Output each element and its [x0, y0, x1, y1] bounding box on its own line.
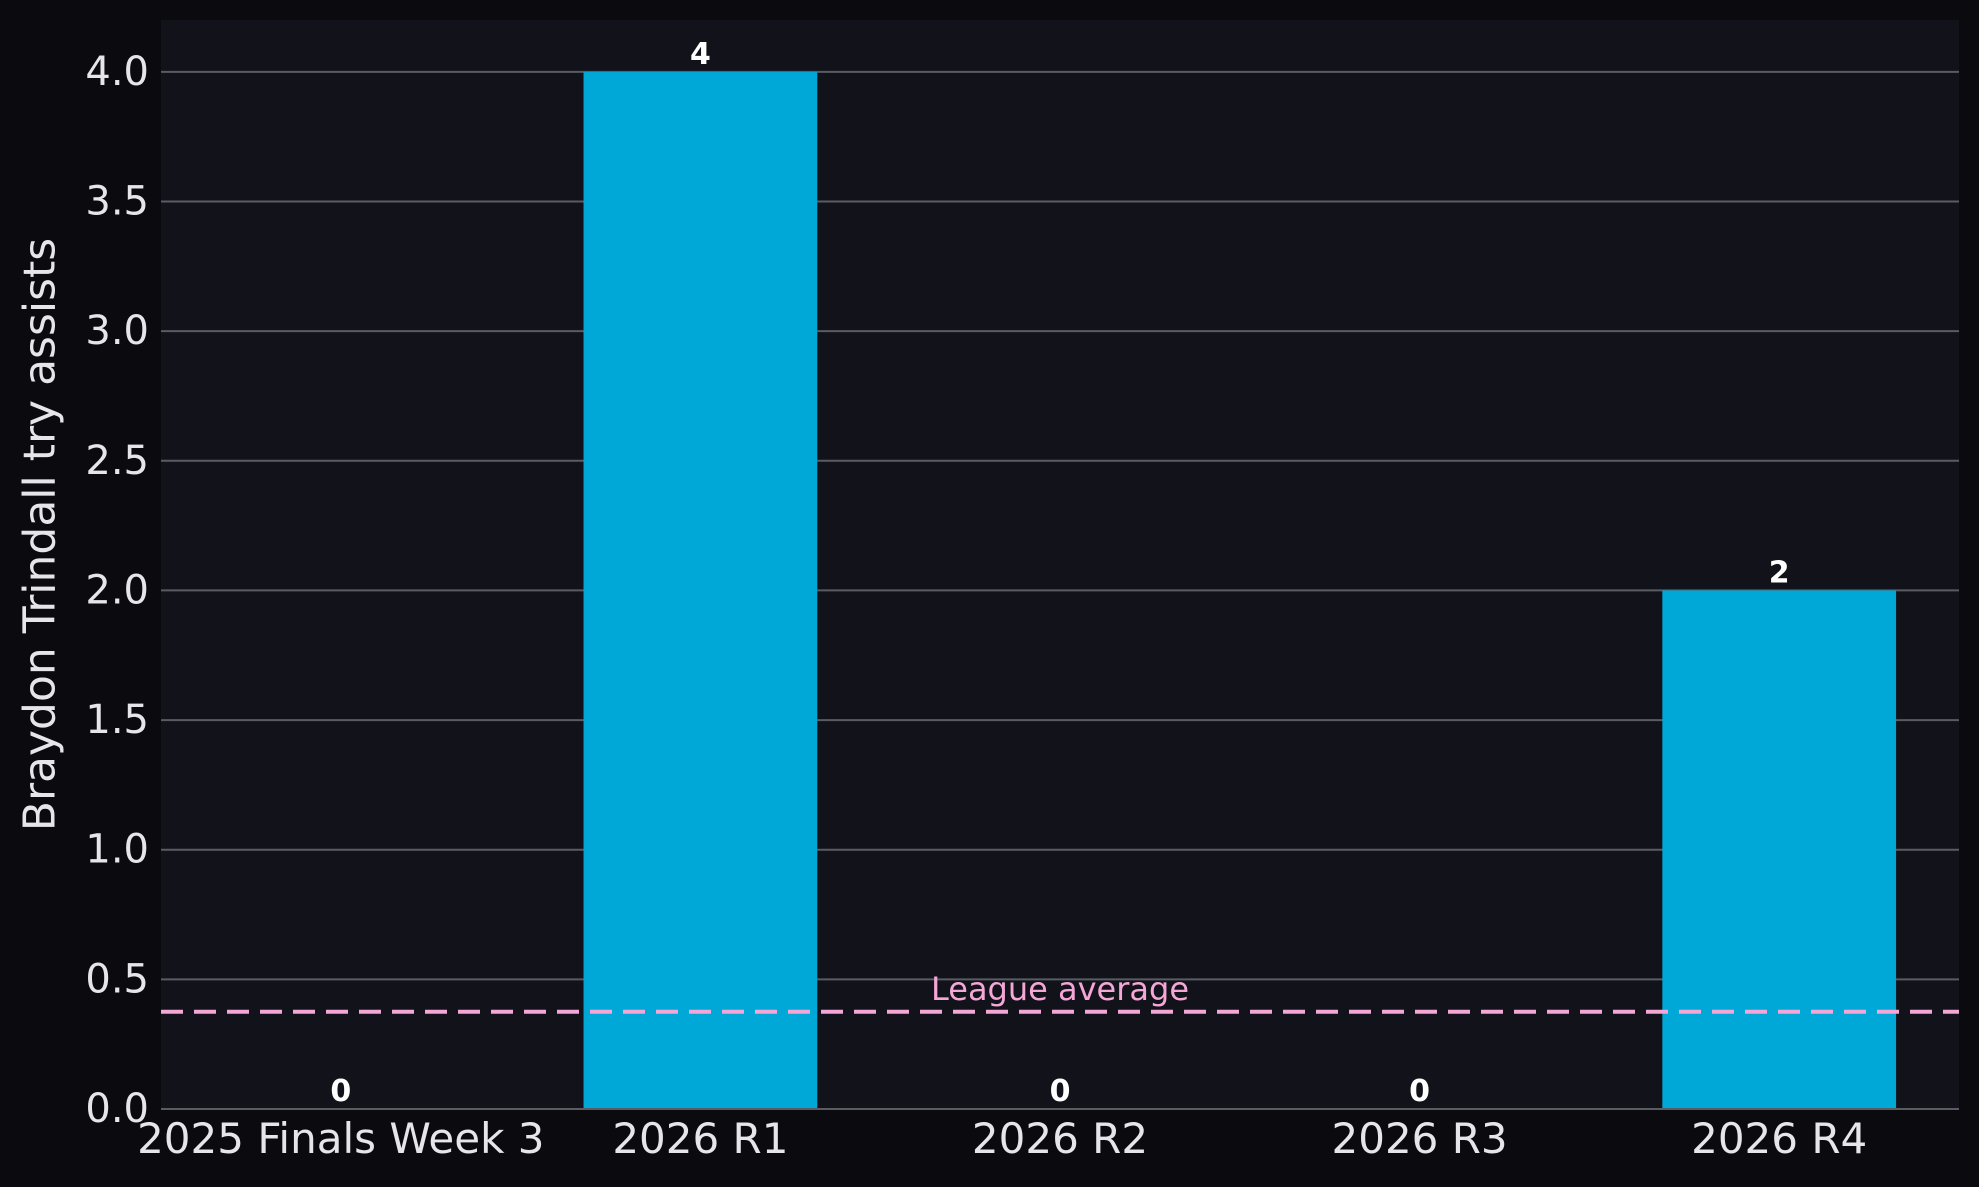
y-axis-label: Braydon Trindall try assists — [15, 238, 66, 831]
bar-chart: League average 040 02 0.00.51.01.52.02.53… — [0, 0, 1979, 1183]
chart-container: League average 04002 0.0 0.5 1.0 1.5 2.0 2.5 3… — [0, 0, 1979, 1183]
bar-value-label: 4 — [690, 37, 711, 72]
y-axis-ticks: 0.00.51.01.52.02.53.03.54.0 — [85, 49, 149, 1132]
x-tick-label: 2025 Finals Week 3 — [137, 1114, 544, 1163]
x-tick-label: 2026 R2 — [972, 1114, 1148, 1163]
bar-value-label: 0 — [1409, 1074, 1430, 1109]
y-tick-label: 0.5 — [85, 956, 149, 1002]
bar-value-label: 0 — [330, 1074, 351, 1109]
y-tick-label: 4.0 — [85, 49, 149, 95]
y-tick-label: 2.0 — [85, 567, 149, 613]
y-tick-label: 3.5 — [85, 179, 149, 225]
x-tick-label: 2026 R1 — [612, 1114, 788, 1163]
y-tick-label: 2.5 — [85, 438, 149, 484]
y-tick-label: 1.5 — [85, 697, 149, 743]
y-tick-label: 1.0 — [85, 827, 149, 873]
y-tick-label: 3.0 — [85, 308, 149, 354]
bar-value-label: 2 — [1769, 555, 1790, 590]
league-average-label: League average — [931, 970, 1189, 1008]
x-tick-label: 2026 R3 — [1332, 1114, 1508, 1163]
bar — [1662, 590, 1897, 1109]
bar — [583, 71, 818, 1109]
bar-value-label: 0 — [1050, 1074, 1071, 1109]
x-tick-label: 2026 R4 — [1691, 1114, 1867, 1163]
